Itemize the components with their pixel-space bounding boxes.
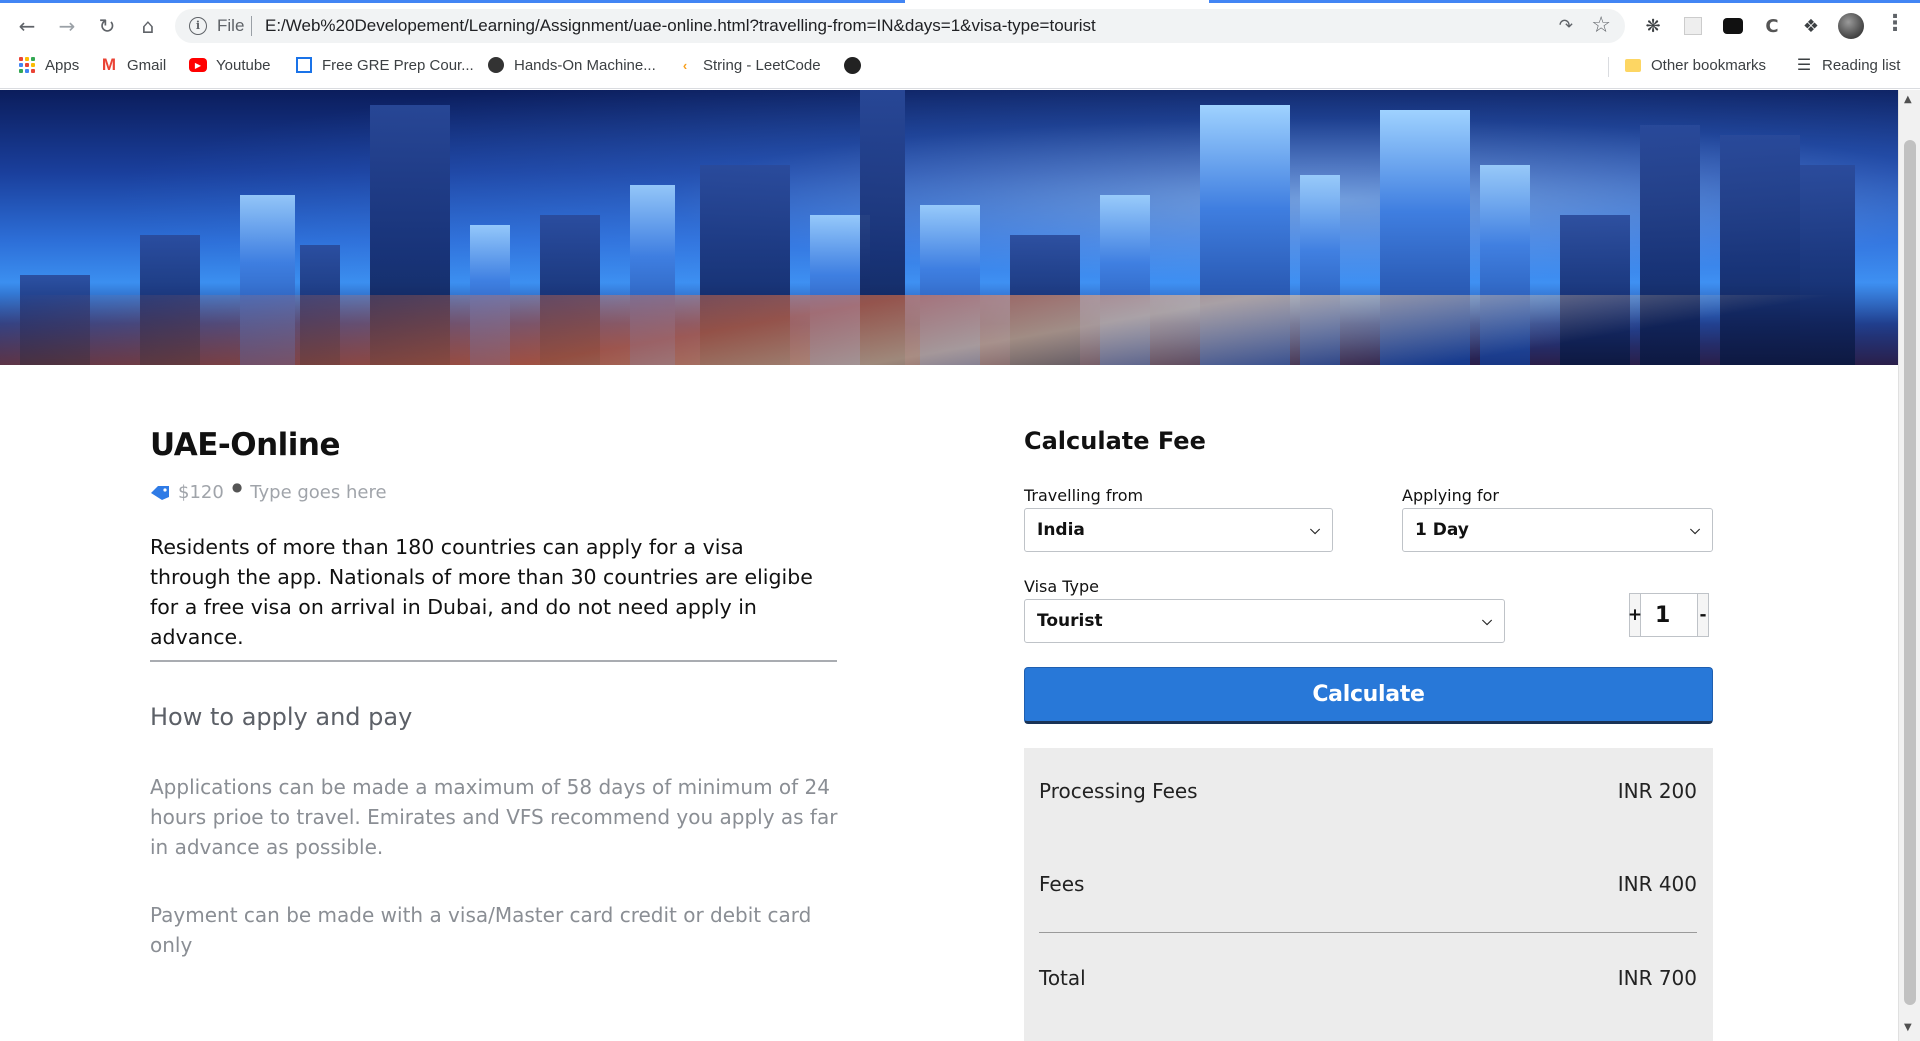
browser-chrome: ← → ↻ ⌂ i File E:/Web%20Developement/Lea… xyxy=(0,0,1920,89)
fee-row-processing: Processing Fees INR 200 xyxy=(1039,779,1697,803)
gre-icon xyxy=(295,56,313,74)
tab-indicator xyxy=(1209,0,1920,3)
travelling-from-select[interactable]: India ⌵ xyxy=(1024,508,1333,552)
fee-value: INR 400 xyxy=(1617,872,1697,896)
howto-paragraph: Applications can be made a maximum of 58… xyxy=(150,775,838,859)
youtube-icon: ▶ xyxy=(189,56,207,74)
calculator-title: Calculate Fee xyxy=(1024,427,1206,455)
leetcode-icon: ‹ xyxy=(682,57,688,73)
bookmark-label: String - LeetCode xyxy=(703,56,821,74)
fee-row-total: Total INR 700 xyxy=(1039,966,1697,990)
fee-label: Total xyxy=(1039,966,1086,990)
chevron-down-icon: ⌵ xyxy=(1310,522,1320,538)
page-scrollbar[interactable]: ▲ ▼ xyxy=(1898,90,1920,1041)
profile-avatar[interactable] xyxy=(1838,13,1864,39)
fee-label: Fees xyxy=(1039,872,1085,896)
chevron-down-icon: ⌵ xyxy=(1482,613,1492,629)
bug-extension-icon[interactable]: ❋ xyxy=(1641,14,1665,38)
address-bar[interactable]: i File E:/Web%20Developement/Learning/As… xyxy=(175,9,1625,43)
home-icon[interactable]: ⌂ xyxy=(133,11,163,41)
c-extension-icon[interactable]: C xyxy=(1760,14,1784,38)
page-title: UAE-Online xyxy=(150,427,341,463)
page-content: UAE-Online $120 ● Type goes here Residen… xyxy=(0,365,1898,1041)
quantity-input[interactable]: 1 xyxy=(1641,593,1697,637)
bookmark-star-icon[interactable]: ☆ xyxy=(1591,13,1611,38)
bookmark-gre[interactable]: Free GRE Prep Cour... xyxy=(295,56,474,74)
bookmark-gmail[interactable]: M Gmail xyxy=(100,55,167,74)
fee-label: Processing Fees xyxy=(1039,779,1198,803)
decrement-button[interactable]: - xyxy=(1697,593,1709,637)
apps-grid-icon xyxy=(18,56,36,74)
travelling-from-label: Travelling from xyxy=(1024,486,1144,505)
info-icon[interactable]: i xyxy=(189,17,207,35)
section-divider xyxy=(150,660,837,662)
price-line: $120 ● Type goes here xyxy=(150,479,387,503)
howto-heading: How to apply and pay xyxy=(150,703,413,731)
fee-value: INR 200 xyxy=(1617,779,1697,803)
gmail-icon: M xyxy=(101,55,117,74)
visa-type-label: Visa Type xyxy=(1024,577,1100,596)
hero-city-image xyxy=(0,90,1898,365)
bookmarks-bar: Apps M Gmail ▶ Youtube Free GRE Prep Cou… xyxy=(0,52,1920,82)
url-text[interactable]: E:/Web%20Developement/Learning/Assignmen… xyxy=(265,16,1096,36)
listing-type: Type goes here xyxy=(250,482,387,503)
applying-for-select[interactable]: 1 Day ⌵ xyxy=(1402,508,1713,552)
bookmark-label: Hands-On Machine... xyxy=(514,56,656,74)
extensions-puzzle-icon[interactable]: ❖ xyxy=(1799,14,1823,38)
calculate-button[interactable]: Calculate xyxy=(1024,667,1713,724)
reload-icon[interactable]: ↻ xyxy=(92,11,122,41)
bookmark-hands-on[interactable]: Hands-On Machine... xyxy=(487,56,656,74)
book-icon xyxy=(487,56,505,74)
scroll-down-arrow-icon[interactable]: ▼ xyxy=(1904,1022,1912,1033)
increment-button[interactable]: + xyxy=(1628,593,1642,637)
visa-type-select[interactable]: Tourist ⌵ xyxy=(1024,599,1505,643)
applying-for-label: Applying for xyxy=(1402,486,1499,505)
bookmark-label: Reading list xyxy=(1822,56,1901,74)
bookmark-leetcode[interactable]: ‹ String - LeetCode xyxy=(676,56,821,74)
chevron-down-icon: ⌵ xyxy=(1690,522,1700,538)
bookmark-label: Other bookmarks xyxy=(1651,56,1767,74)
browser-menu-icon[interactable]: ⋮ xyxy=(1884,11,1906,36)
fee-summary: Processing Fees INR 200 Fees INR 400 Tot… xyxy=(1024,748,1713,1041)
price-value: $120 xyxy=(178,482,224,503)
share-icon[interactable]: ↷ xyxy=(1559,16,1573,36)
glasses-extension-icon[interactable] xyxy=(1721,14,1745,38)
bookmark-globe[interactable] xyxy=(843,56,861,74)
select-value: 1 Day xyxy=(1415,520,1469,540)
bookmark-label: Free GRE Prep Cour... xyxy=(322,56,474,74)
payment-paragraph: Payment can be made with a visa/Master c… xyxy=(150,903,812,957)
browser-toolbar: ← → ↻ ⌂ i File E:/Web%20Developement/Lea… xyxy=(0,7,1920,45)
fee-divider xyxy=(1039,932,1697,933)
scroll-thumb[interactable] xyxy=(1904,140,1916,1005)
forward-icon[interactable]: → xyxy=(52,11,82,41)
bookmarks-separator xyxy=(1608,57,1609,77)
globe-icon xyxy=(843,56,861,74)
back-icon[interactable]: ← xyxy=(12,11,42,41)
fee-row-fees: Fees INR 400 xyxy=(1039,872,1697,896)
quantity-stepper: + 1 - xyxy=(1628,593,1709,637)
scroll-up-arrow-icon[interactable]: ▲ xyxy=(1904,94,1912,105)
bookmark-other[interactable]: Other bookmarks xyxy=(1624,56,1766,74)
price-dot-separator: ● xyxy=(231,479,243,494)
folder-icon xyxy=(1624,56,1642,74)
reading-list[interactable]: ☰ Reading list xyxy=(1795,56,1901,75)
price-tag-icon xyxy=(151,485,169,500)
bookmark-label: Apps xyxy=(45,56,80,74)
reading-list-icon: ☰ xyxy=(1796,57,1812,74)
bookmark-label: Gmail xyxy=(127,56,167,74)
select-value: India xyxy=(1037,520,1085,540)
intro-text: Residents of more than 180 countries can… xyxy=(150,535,813,649)
bookmark-label: Youtube xyxy=(216,56,271,74)
fee-value: INR 700 xyxy=(1617,966,1697,990)
file-scheme-label: File xyxy=(217,16,245,35)
bookmark-apps[interactable]: Apps xyxy=(18,56,79,74)
bookmark-youtube[interactable]: ▶ Youtube xyxy=(189,56,271,74)
active-tab-indicator xyxy=(0,0,905,3)
address-separator xyxy=(251,16,252,36)
blank-extension-icon[interactable] xyxy=(1681,14,1705,38)
select-value: Tourist xyxy=(1037,611,1103,631)
